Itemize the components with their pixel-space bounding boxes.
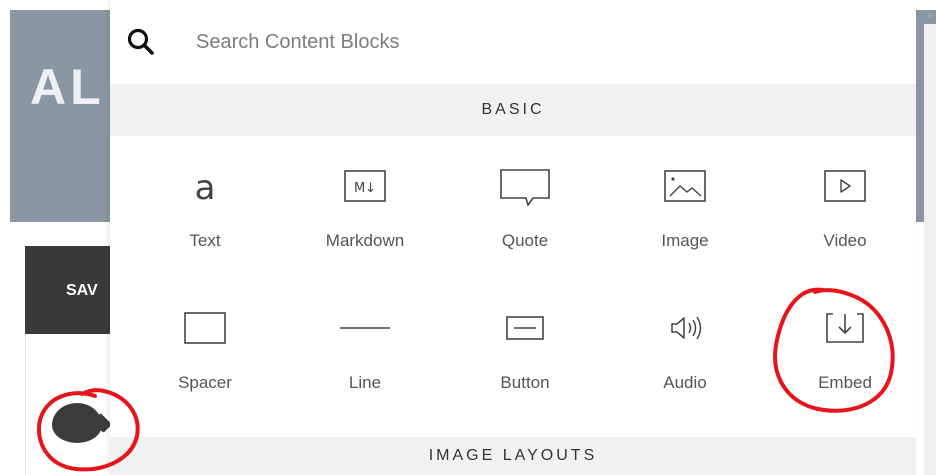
block-line[interactable]: Line: [285, 278, 445, 398]
search-icon: [127, 28, 154, 55]
block-label-line: Line: [348, 373, 382, 392]
line-icon: [340, 327, 390, 329]
block-label-image: Image: [661, 231, 709, 250]
block-button[interactable]: Button: [445, 278, 605, 398]
svg-text:a: a: [195, 168, 216, 206]
audio-icon: [671, 316, 702, 340]
embed-icon: [826, 313, 864, 343]
svg-text:M↓: M↓: [354, 181, 376, 196]
block-label-spacer: Spacer: [178, 373, 232, 392]
spacer-icon: [184, 312, 226, 344]
save-button-label: SAV: [66, 282, 98, 299]
scrollbar[interactable]: [924, 24, 936, 475]
block-quote[interactable]: Quote: [445, 136, 605, 256]
block-label-text: Text: [189, 231, 221, 250]
block-video[interactable]: Video: [765, 136, 925, 256]
block-label-embed: Embed: [818, 373, 872, 392]
content-blocks-popover: BASIC a Text M↓ Markdown Quote: [110, 0, 916, 475]
block-label-audio: Audio: [663, 373, 707, 392]
block-label-quote: Quote: [501, 231, 549, 250]
section-header-image-layouts: IMAGE LAYOUTS: [110, 437, 916, 475]
block-image[interactable]: Image: [605, 136, 765, 256]
search-input[interactable]: [196, 26, 836, 58]
page-title: AL: [30, 59, 105, 115]
block-embed[interactable]: Embed: [765, 278, 925, 398]
scroll-up-arrow-icon[interactable]: [926, 12, 934, 18]
markdown-icon: M↓: [344, 170, 386, 202]
search-bar: [110, 0, 916, 84]
button-icon: [506, 316, 544, 340]
image-icon: [664, 170, 706, 202]
text-icon: a: [195, 168, 216, 206]
chat-bubble-icon[interactable]: [52, 403, 102, 443]
block-spacer[interactable]: Spacer: [125, 278, 285, 398]
block-label-video: Video: [823, 231, 867, 250]
section-header-basic: BASIC: [110, 84, 916, 136]
quote-icon: [500, 169, 550, 206]
app-screen: AL SAV BASIC a Text M↓ Markdown: [0, 0, 936, 475]
block-text[interactable]: a Text: [125, 136, 285, 256]
block-label-button: Button: [500, 373, 550, 392]
block-markdown[interactable]: M↓ Markdown: [285, 136, 445, 256]
block-audio[interactable]: Audio: [605, 278, 765, 398]
block-label-markdown: Markdown: [325, 231, 405, 250]
video-icon: [824, 170, 866, 202]
